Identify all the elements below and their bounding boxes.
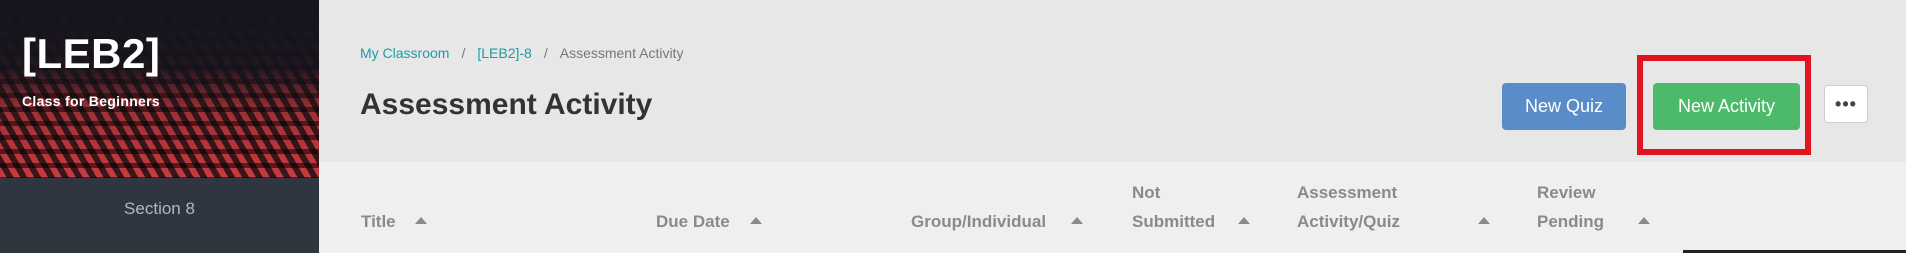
column-header-label: Review xyxy=(1537,183,1596,202)
class-title: [LEB2] xyxy=(22,30,161,77)
breadcrumb-separator: / xyxy=(543,45,548,61)
breadcrumb-current: Assessment Activity xyxy=(559,45,684,61)
sort-up-icon[interactable] xyxy=(1071,217,1083,224)
column-header-not-submitted[interactable]: Not Submitted xyxy=(1132,178,1215,236)
breadcrumb-separator: / xyxy=(461,45,466,61)
sidebar: [LEB2] Class for Beginners Section 8 xyxy=(0,0,319,253)
class-banner xyxy=(0,0,319,178)
column-header-label: Group/Individual xyxy=(911,212,1047,231)
sort-up-icon[interactable] xyxy=(1638,217,1650,224)
column-header-label: Assessment xyxy=(1297,183,1398,202)
column-header-label: Due Date xyxy=(656,212,730,231)
breadcrumb: My Classroom / [LEB2]-8 / Assessment Act… xyxy=(360,45,683,61)
sort-up-icon[interactable] xyxy=(415,217,427,224)
breadcrumb-my-classroom[interactable]: My Classroom xyxy=(360,45,449,61)
column-header-assessment-activity-quiz[interactable]: Assessment Activity/Quiz xyxy=(1297,178,1400,236)
column-header-due-date[interactable]: Due Date xyxy=(656,207,730,236)
column-header-review-pending[interactable]: Review Pending xyxy=(1537,178,1604,236)
table-header: Title Due Date Group/Individual Not Subm… xyxy=(319,162,1906,253)
breadcrumb-class[interactable]: [LEB2]-8 xyxy=(477,45,531,61)
new-quiz-button[interactable]: New Quiz xyxy=(1502,83,1626,130)
class-subtitle: Class for Beginners xyxy=(22,93,160,109)
sidebar-item-section[interactable]: Section 8 xyxy=(0,178,319,240)
more-options-button[interactable]: ••• xyxy=(1824,85,1868,123)
column-header-label: Pending xyxy=(1537,212,1605,231)
column-header-group-individual[interactable]: Group/Individual xyxy=(911,207,1046,236)
column-header-label: Submitted xyxy=(1132,212,1216,231)
sort-up-icon[interactable] xyxy=(1238,217,1250,224)
sort-up-icon[interactable] xyxy=(1478,217,1490,224)
page-title: Assessment Activity xyxy=(360,88,653,121)
column-header-label: Activity/Quiz xyxy=(1297,212,1400,231)
column-header-label: Not xyxy=(1132,183,1161,202)
sort-up-icon[interactable] xyxy=(750,217,762,224)
column-header-title[interactable]: Title xyxy=(361,207,396,236)
highlight-annotation-box xyxy=(1637,55,1811,155)
column-header-label: Title xyxy=(361,212,396,231)
